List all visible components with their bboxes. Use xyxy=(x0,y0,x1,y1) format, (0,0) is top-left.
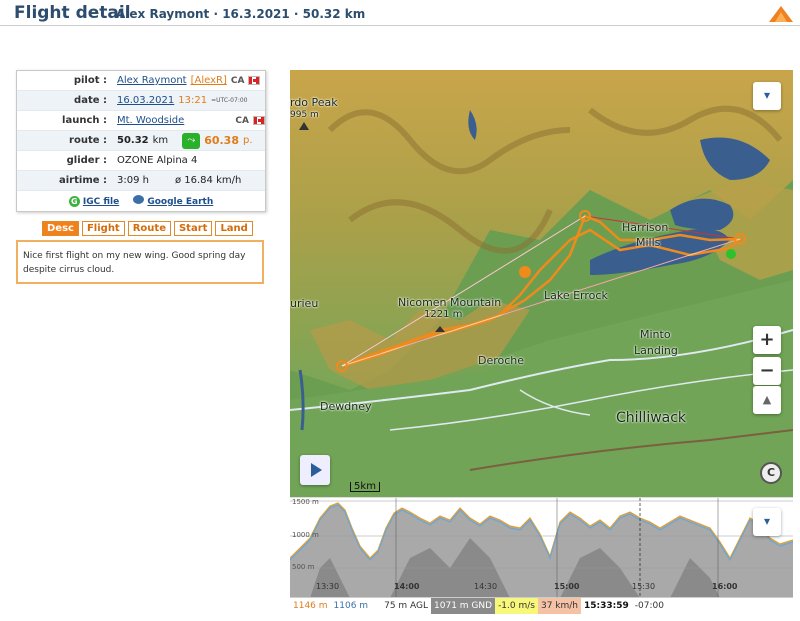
google-earth-download[interactable]: Google Earth xyxy=(133,195,213,207)
route-label: route : xyxy=(69,135,107,146)
status-gps-altitude: 1146 m xyxy=(293,600,328,611)
status-timezone: -07:00 xyxy=(634,600,664,611)
map-label-minto: Minto xyxy=(640,328,671,341)
route-distance: 50.32 xyxy=(117,135,149,146)
tab-desc[interactable]: Desc xyxy=(42,221,79,236)
profile-time-label: 16:00 xyxy=(712,582,738,591)
launch-country: CA xyxy=(235,115,249,126)
canada-flag-icon xyxy=(248,76,261,85)
route-type-icon[interactable]: ⤳ xyxy=(182,132,201,149)
map-label-harrison: Harrison xyxy=(622,221,669,234)
pilot-name-link[interactable]: Alex Raymont xyxy=(117,75,187,86)
flight-map[interactable]: rdo Peak 995 m urieu Harrison Mills Nico… xyxy=(290,70,793,497)
zoom-out-button[interactable]: − xyxy=(753,357,781,385)
launch-row: launch : Mt. Woodside CA xyxy=(17,111,265,131)
detail-tabs: Desc Flight Route Start Land xyxy=(42,221,253,236)
copyright-button[interactable]: C xyxy=(760,462,782,484)
route-row: route : 50.32 km ⤳ 60.38 p. xyxy=(17,131,265,151)
site-logo-icon[interactable] xyxy=(768,5,794,23)
profile-time-label: 14:30 xyxy=(474,582,498,591)
zoom-in-button[interactable]: + xyxy=(753,326,781,354)
pilot-label: pilot : xyxy=(73,75,107,86)
profile-time-label: 15:30 xyxy=(632,582,656,591)
layers-toggle-button[interactable]: ▾ xyxy=(753,82,781,110)
glider-row: glider : OZONE Alpina 4 xyxy=(17,151,265,171)
profile-time-label: 14:00 xyxy=(394,582,420,591)
pilot-nick-link[interactable]: [AlexR] xyxy=(191,75,227,86)
tab-start[interactable]: Start xyxy=(173,221,213,236)
average-speed: ø 16.84 km/h xyxy=(174,175,242,186)
profile-alt-label: 500 m xyxy=(292,563,315,571)
profile-alt-label: 1500 m xyxy=(292,498,319,506)
map-label-dewdney: Dewdney xyxy=(320,400,372,413)
profile-options-button[interactable]: ▾ xyxy=(753,508,781,536)
status-time: 15:33:59 xyxy=(584,600,629,611)
map-label-deroche: Deroche xyxy=(478,354,525,367)
profile-alt-label: 1000 m xyxy=(292,531,319,539)
google-earth-link[interactable]: Google Earth xyxy=(147,197,213,207)
flight-description: Nice first flight on my new wing. Good s… xyxy=(16,240,264,284)
tab-route[interactable]: Route xyxy=(127,221,171,236)
date-row: date : 16.03.2021 13:21 =UTC-07:00 xyxy=(17,91,265,111)
status-agl: 75 m AGL xyxy=(384,600,429,611)
map-label-harrison-mills: Mills xyxy=(636,236,661,249)
status-ground: 1071 m GND xyxy=(431,597,496,614)
launch-link[interactable]: Mt. Woodside xyxy=(117,115,184,126)
canada-flag-icon xyxy=(253,116,265,125)
airtime-row: airtime : 3:09 h ø 16.84 km/h xyxy=(17,171,265,191)
date-label: date : xyxy=(74,95,107,106)
glider-value: OZONE Alpina 4 xyxy=(117,155,198,166)
status-speed: 37 km/h xyxy=(537,597,582,614)
pilot-row: pilot : Alex Raymont [AlexR] CA xyxy=(17,71,265,91)
page-header: Flight detail Alex Raymont · 16.3.2021 ·… xyxy=(0,0,800,26)
map-label-peak-alt: 995 m xyxy=(290,110,319,120)
profile-time-label: 15:00 xyxy=(554,582,580,591)
launch-label: launch : xyxy=(62,115,107,126)
igc-file-link[interactable]: IGC file xyxy=(83,197,119,207)
timezone: =UTC-07:00 xyxy=(211,97,248,104)
page-subtitle: Alex Raymont · 16.3.2021 · 50.32 km xyxy=(116,7,366,21)
map-label-nicomen: Nicomen Mountain xyxy=(398,296,502,309)
status-vario: -1.0 m/s xyxy=(495,597,538,614)
page-title: Flight detail xyxy=(14,3,131,23)
map-label-chilliwack: Chilliwack xyxy=(616,410,687,426)
status-baro-altitude: 1106 m xyxy=(333,600,369,611)
flight-info-panel: pilot : Alex Raymont [AlexR] CA date : 1… xyxy=(16,70,266,212)
map-label-landing: Landing xyxy=(634,344,678,357)
glider-label: glider : xyxy=(66,155,107,166)
route-points: 60.38 xyxy=(204,134,239,147)
route-points-unit: p. xyxy=(242,135,253,146)
map-label-lake-errock: Lake Errock xyxy=(544,289,608,302)
igc-file-icon: G xyxy=(68,195,80,207)
date-link[interactable]: 16.03.2021 xyxy=(117,95,174,106)
map-terrain xyxy=(290,70,793,497)
tab-land[interactable]: Land xyxy=(215,221,253,236)
google-earth-icon xyxy=(133,195,145,204)
tab-flight[interactable]: Flight xyxy=(81,221,125,236)
altitude-profile[interactable]: 1500 m 1000 m 500 m 13:30 14:00 14:30 15… xyxy=(290,497,793,598)
map-label-rieu: urieu xyxy=(290,297,319,310)
route-unit: km xyxy=(152,135,169,146)
play-animation-button[interactable] xyxy=(300,455,330,485)
airtime-label: airtime : xyxy=(59,175,107,186)
profile-time-label: 13:30 xyxy=(316,582,340,591)
track-status-bar: 1146 m 1106 m 75 m AGL 1071 m GND -1.0 m… xyxy=(290,597,793,614)
start-time: 13:21 xyxy=(178,95,208,106)
map-scale: 5km xyxy=(350,482,380,492)
igc-download[interactable]: G IGC file xyxy=(68,195,119,207)
download-links: G IGC file Google Earth xyxy=(17,191,265,211)
compass-button[interactable]: ▲ xyxy=(753,386,781,414)
map-label-peak: rdo Peak xyxy=(290,96,338,109)
map-label-nicomen-alt: 1221 m xyxy=(424,309,463,320)
pilot-country: CA xyxy=(230,75,245,86)
airtime-value: 3:09 h xyxy=(117,175,149,186)
